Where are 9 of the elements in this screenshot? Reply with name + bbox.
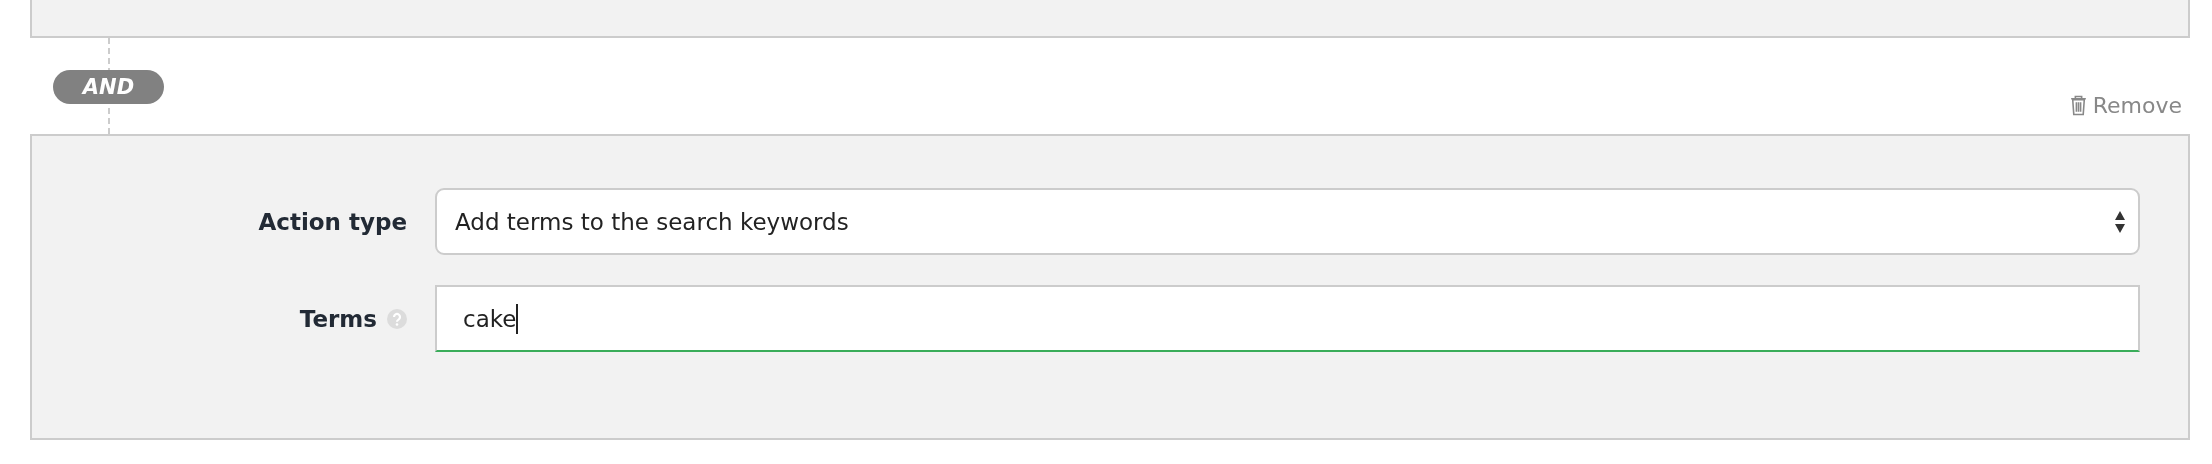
- field-label: Terms: [299, 305, 377, 332]
- and-badge: AND: [53, 70, 164, 104]
- action-type-select[interactable]: Add terms to the search keywords: [435, 188, 2140, 255]
- terms-input[interactable]: cake: [435, 285, 2140, 352]
- help-icon[interactable]: [387, 308, 407, 329]
- remove-link[interactable]: Remove: [2069, 93, 2182, 118]
- field-label: Action type: [258, 208, 407, 235]
- sort-arrows-icon: [2114, 209, 2126, 234]
- trash-icon: [2069, 95, 2087, 116]
